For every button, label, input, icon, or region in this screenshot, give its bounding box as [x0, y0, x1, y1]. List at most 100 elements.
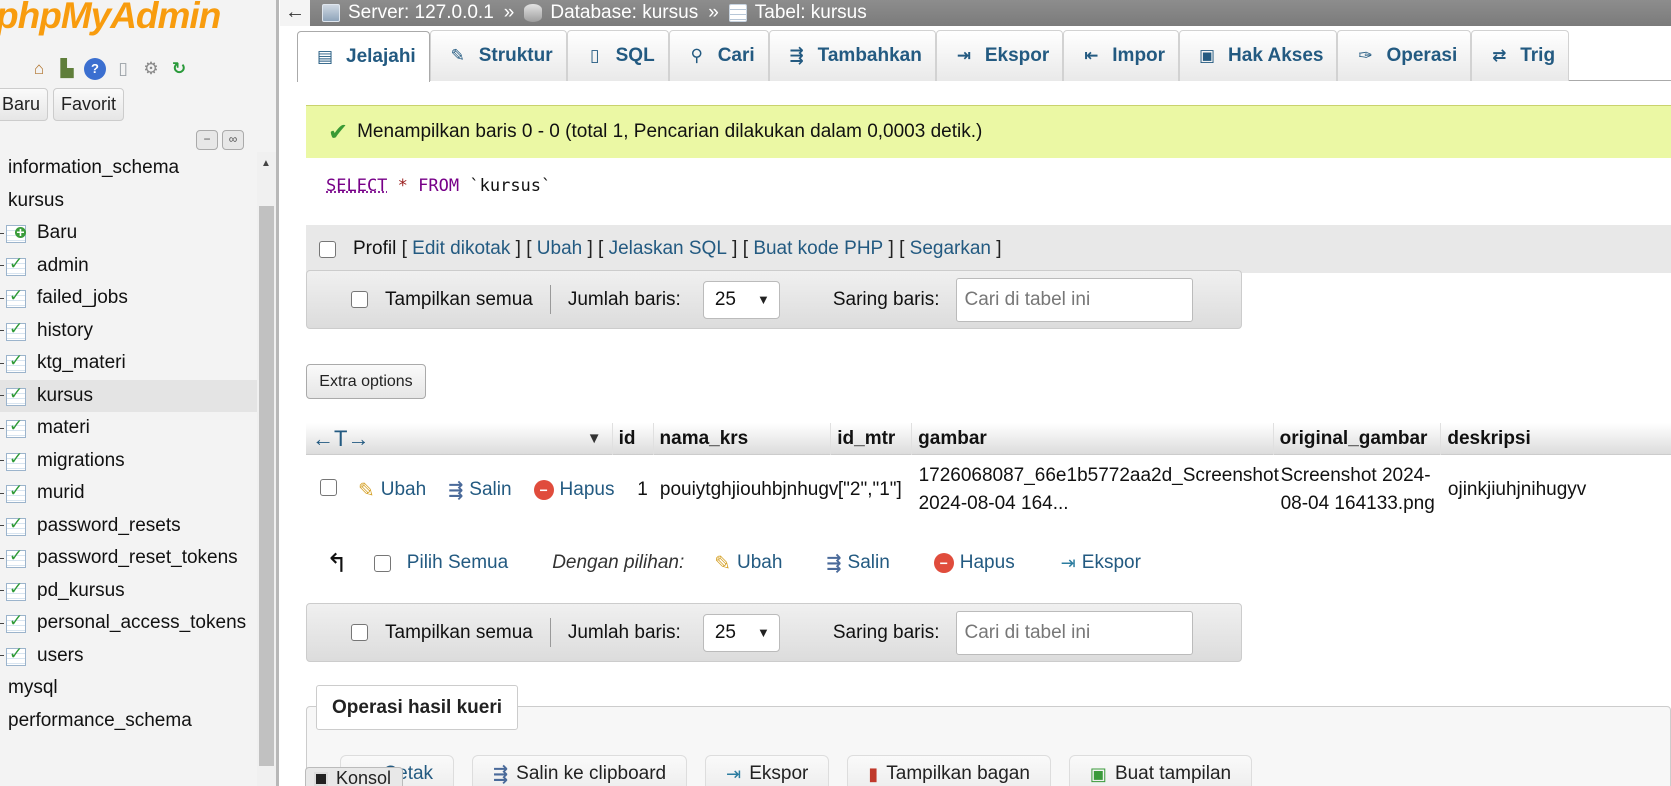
- cell-id[interactable]: 1: [613, 479, 654, 501]
- new-table-icon[interactable]: [6, 223, 28, 244]
- tree-item-label[interactable]: password_resets: [37, 515, 181, 537]
- nav-scrollbar[interactable]: ▲: [257, 152, 276, 786]
- create-php-code-link[interactable]: Buat kode PHP: [753, 238, 883, 260]
- tree-item-label[interactable]: Baru: [37, 222, 77, 244]
- link-with-main-icon[interactable]: ∞: [222, 130, 244, 150]
- table-structure-icon[interactable]: [6, 416, 28, 439]
- tree-item-label[interactable]: history: [37, 320, 93, 342]
- table-structure-icon[interactable]: [6, 286, 28, 309]
- collapse-all-icon[interactable]: −: [196, 130, 218, 150]
- filter-rows-input[interactable]: Cari di tabel ini: [955, 610, 1193, 655]
- tab-ekspor[interactable]: ⇥ Ekspor: [935, 30, 1064, 81]
- sql-query-box[interactable]: SELECT * FROM `kursus`: [306, 158, 1671, 225]
- cell-original-gambar[interactable]: Screenshot 2024-08-04 164133.png: [1275, 462, 1442, 518]
- column-header-id-mtr[interactable]: id_mtr: [831, 422, 913, 455]
- sql-keyword-select[interactable]: SELECT: [326, 176, 387, 196]
- rows-count-select[interactable]: 25 ▼: [702, 280, 780, 319]
- tree-database-item[interactable]: mysql: [0, 672, 257, 705]
- tree-table-item[interactable]: users: [0, 640, 257, 673]
- table-structure-icon[interactable]: [6, 611, 28, 634]
- tab-sql[interactable]: ▯ SQL: [566, 30, 669, 81]
- tab-impor[interactable]: ⇤ Impor: [1063, 30, 1180, 81]
- copy-to-clipboard-button[interactable]: ⇶ Salin ke clipboard: [472, 755, 688, 786]
- rows-count-select[interactable]: 25 ▼: [702, 613, 780, 652]
- tree-table-item[interactable]: pd_kursus: [0, 575, 257, 608]
- tab-operasi[interactable]: ✑ Operasi: [1337, 30, 1472, 81]
- explain-sql-link[interactable]: Jelaskan SQL: [609, 238, 727, 260]
- column-header-nama-krs[interactable]: nama_krs: [654, 422, 832, 455]
- tree-table-item[interactable]: history: [0, 315, 257, 348]
- nav-scrollbar-thumb[interactable]: [259, 206, 274, 766]
- tree-item-label[interactable]: personal_access_tokens: [37, 612, 246, 634]
- row-checkbox[interactable]: [320, 478, 337, 496]
- tree-table-item[interactable]: murid: [0, 477, 257, 510]
- tree-item-label[interactable]: users: [37, 645, 83, 667]
- create-view-button[interactable]: ▣ Buat tampilan: [1068, 755, 1253, 786]
- display-chart-button[interactable]: ▮ Tampilkan bagan: [847, 755, 1051, 786]
- table-structure-icon[interactable]: [6, 546, 28, 569]
- cell-id-mtr[interactable]: ["2","1"]: [832, 479, 913, 501]
- nav-tab-new[interactable]: Baru: [0, 88, 49, 121]
- tree-new-table-item[interactable]: Baru: [0, 217, 257, 250]
- export-button[interactable]: ⇥ Ekspor: [705, 755, 830, 786]
- column-header-deskripsi[interactable]: deskripsi: [1441, 423, 1671, 455]
- tree-database-item[interactable]: kursus: [0, 185, 257, 218]
- tree-table-item[interactable]: failed_jobs: [0, 282, 257, 315]
- table-structure-icon[interactable]: [6, 384, 28, 406]
- phpmyadmin-logo[interactable]: phpMyAdmin: [0, 0, 221, 37]
- back-arrow-icon[interactable]: ←: [280, 0, 310, 26]
- reload-icon[interactable]: ↻: [168, 58, 190, 80]
- column-header-gambar[interactable]: gambar: [912, 422, 1274, 455]
- table-structure-icon[interactable]: [6, 579, 28, 601]
- column-header-id[interactable]: id: [613, 422, 654, 455]
- logout-icon[interactable]: ▙: [56, 58, 78, 80]
- tree-database-item[interactable]: performance_schema: [0, 705, 257, 738]
- documentation-icon[interactable]: ▯: [112, 58, 134, 80]
- bulk-copy-button[interactable]: ⇶ Salin: [826, 552, 889, 574]
- profiling-checkbox[interactable]: [319, 240, 336, 258]
- extra-options-button[interactable]: Extra options: [306, 364, 426, 399]
- select-all-link[interactable]: Pilih Semua: [407, 552, 508, 574]
- table-structure-icon[interactable]: [6, 351, 28, 374]
- console-tab[interactable]: Konsol: [305, 767, 403, 786]
- tree-table-item[interactable]: personal_access_tokens: [0, 607, 257, 640]
- tree-item-label[interactable]: failed_jobs: [37, 287, 128, 309]
- tab-tambahkan[interactable]: ⇶ Tambahkan: [768, 30, 936, 81]
- tree-table-item[interactable]: kursus: [0, 379, 257, 412]
- tree-item-label[interactable]: ktg_materi: [37, 352, 126, 374]
- column-resize-arrows-icon[interactable]: ←T→: [312, 423, 369, 455]
- cell-gambar[interactable]: 1726068087_66e1b5772aa2d_Screenshot 2024…: [913, 462, 1279, 518]
- tree-item-label[interactable]: pd_kursus: [37, 580, 125, 602]
- edit-query-link[interactable]: Ubah: [537, 238, 582, 260]
- breadcrumb-table[interactable]: Tabel: kursus: [728, 2, 867, 24]
- tree-table-item[interactable]: password_resets: [0, 510, 257, 543]
- breadcrumb-server[interactable]: Server: 127.0.0.1: [322, 2, 494, 24]
- table-structure-icon[interactable]: [6, 319, 28, 341]
- tree-item-label[interactable]: kursus: [8, 190, 64, 212]
- table-structure-icon[interactable]: [6, 514, 28, 536]
- tree-item-label[interactable]: password_reset_tokens: [37, 547, 238, 569]
- settings-gear-icon[interactable]: ⚙: [140, 58, 162, 80]
- tree-item-label[interactable]: admin: [37, 255, 89, 277]
- tree-item-label[interactable]: materi: [37, 417, 90, 439]
- tree-item-label[interactable]: murid: [37, 482, 85, 504]
- tree-table-item[interactable]: migrations: [0, 445, 257, 478]
- select-all-checkbox[interactable]: [373, 554, 391, 572]
- cell-deskripsi[interactable]: ojinkjiuhjnihugyv: [1442, 479, 1671, 501]
- row-copy-button[interactable]: ⇶ Salin: [448, 478, 511, 503]
- bulk-export-button[interactable]: ⇥ Ekspor: [1061, 552, 1141, 574]
- tab-jelajahi[interactable]: ▤ Jelajahi: [297, 31, 430, 82]
- tree-table-item[interactable]: ktg_materi: [0, 347, 257, 380]
- home-icon[interactable]: ⌂: [28, 58, 50, 80]
- tree-table-item[interactable]: admin: [0, 250, 257, 283]
- breadcrumb-database[interactable]: Database: kursus: [524, 2, 698, 24]
- row-edit-button[interactable]: ✎ Ubah: [358, 478, 426, 503]
- tree-table-item[interactable]: password_reset_tokens: [0, 542, 257, 575]
- show-all-checkbox[interactable]: [351, 624, 368, 641]
- table-structure-icon[interactable]: [6, 254, 28, 276]
- tree-database-item[interactable]: information_schema: [0, 152, 257, 185]
- table-structure-icon[interactable]: [6, 481, 28, 504]
- tree-item-label[interactable]: migrations: [37, 450, 125, 472]
- row-delete-button[interactable]: − Hapus: [533, 478, 614, 503]
- tab-cari[interactable]: ⚲ Cari: [668, 30, 769, 81]
